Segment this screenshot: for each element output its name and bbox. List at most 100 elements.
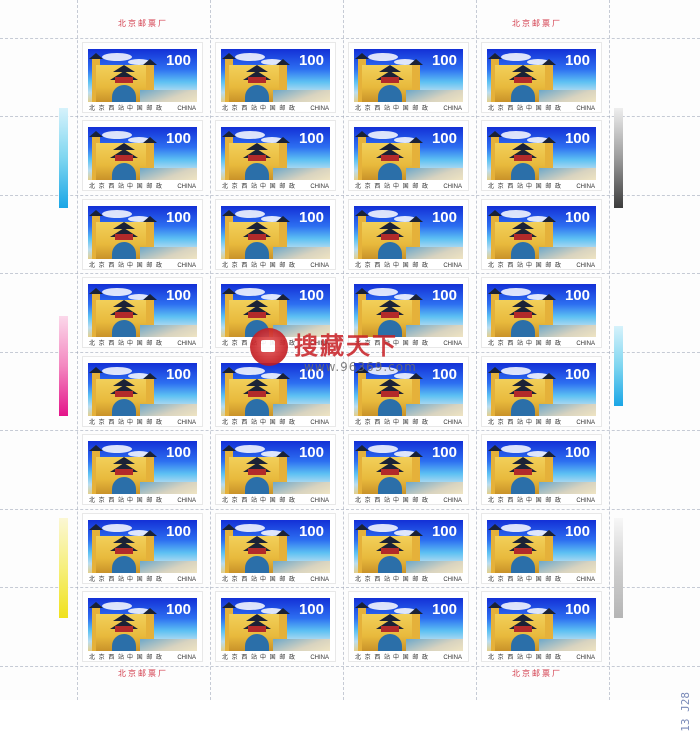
station-arch <box>378 477 402 494</box>
stamp-issuer: 中 国 邮 政 <box>526 577 563 583</box>
stamp-artwork: 100 <box>221 49 330 102</box>
pavilion-body <box>115 77 133 83</box>
stamp-station-name: 北 京 西 站 <box>89 655 126 661</box>
cloud <box>102 602 132 610</box>
station-arch <box>511 399 535 416</box>
stamp-country: CHINA <box>443 106 462 112</box>
stamp-artwork: 100 <box>354 49 463 102</box>
pavilion-body <box>514 469 532 475</box>
stamp-country: CHINA <box>443 420 462 426</box>
stamp-denomination: 100 <box>298 52 324 69</box>
pavilion-body <box>514 626 532 632</box>
stamp: 100 北 京 西 站中 国 邮 政 CHINA <box>349 278 468 347</box>
stamp: 100 北 京 西 站中 国 邮 政 CHINA <box>349 357 468 426</box>
stamp-station-name: 北 京 西 站 <box>89 498 126 504</box>
stamp-country: CHINA <box>310 106 329 112</box>
station-arch <box>245 163 269 180</box>
station-arch <box>511 242 535 259</box>
stamp: 100 北 京 西 站中 国 邮 政 CHINA <box>216 200 335 269</box>
stamp-artwork: 100 <box>221 127 330 180</box>
station-arch <box>511 320 535 337</box>
pavilion-body <box>381 626 399 632</box>
cloud <box>501 288 531 296</box>
stamp-artwork: 100 <box>88 127 197 180</box>
cyan-color-bar <box>614 326 623 406</box>
station-plaza <box>140 561 197 573</box>
stamp-country: CHINA <box>576 184 595 190</box>
stamp: 100 北 京 西 站中 国 邮 政 CHINA <box>83 200 202 269</box>
station-arch <box>245 242 269 259</box>
stamp-denomination: 100 <box>165 287 191 304</box>
station-plaza <box>406 247 463 259</box>
perforation-line <box>77 0 78 700</box>
cloud <box>368 445 398 453</box>
stamp: 100 北 京 西 站中 国 邮 政 CHINA <box>349 514 468 583</box>
stamp: 100 北 京 西 站中 国 邮 政 CHINA <box>482 514 601 583</box>
station-arch <box>112 399 136 416</box>
stamp-country: CHINA <box>177 106 196 112</box>
stamp-denomination: 100 <box>298 523 324 540</box>
stamp-country: CHINA <box>310 420 329 426</box>
stamp-issuer: 中 国 邮 政 <box>393 420 430 426</box>
stamp-issuer: 中 国 邮 政 <box>393 498 430 504</box>
stamp-denomination: 100 <box>431 366 457 383</box>
stamp-country: CHINA <box>310 655 329 661</box>
stamp-denomination: 100 <box>431 523 457 540</box>
cloud <box>501 445 531 453</box>
stamp-country: CHINA <box>310 263 329 269</box>
stamp-issuer: 中 国 邮 政 <box>127 263 164 269</box>
stamp-country: CHINA <box>177 341 196 347</box>
perforation-line <box>0 509 700 510</box>
station-plaza <box>273 90 330 102</box>
stamp-country: CHINA <box>576 577 595 583</box>
station-plaza <box>406 404 463 416</box>
station-plaza <box>273 325 330 337</box>
perforation-line <box>609 0 610 700</box>
stamp-station-name: 北 京 西 站 <box>222 420 259 426</box>
stamp-station-name: 北 京 西 站 <box>488 577 525 583</box>
stamp-issuer: 中 国 邮 政 <box>393 577 430 583</box>
station-plaza <box>539 90 596 102</box>
cloud <box>368 367 398 375</box>
black-color-bar <box>614 108 623 208</box>
pavilion-body <box>381 234 399 240</box>
station-plaza <box>273 482 330 494</box>
stamp: 100 北 京 西 站中 国 邮 政 CHINA <box>83 514 202 583</box>
stamp-artwork: 100 <box>354 441 463 494</box>
stamp-issuer: 中 国 邮 政 <box>393 341 430 347</box>
stamp-denomination: 100 <box>298 287 324 304</box>
stamp: 100 北 京 西 站中 国 邮 政 CHINA <box>482 200 601 269</box>
stamp: 100 北 京 西 站中 国 邮 政 CHINA <box>216 514 335 583</box>
station-arch <box>511 85 535 102</box>
station-arch <box>378 399 402 416</box>
pavilion-body <box>248 391 266 397</box>
pavilion-body <box>514 312 532 318</box>
stamp-station-name: 北 京 西 站 <box>222 655 259 661</box>
stamp-issuer: 中 国 邮 政 <box>393 184 430 190</box>
stamp-station-name: 北 京 西 站 <box>355 655 392 661</box>
stamp: 100 北 京 西 站中 国 邮 政 CHINA <box>216 592 335 661</box>
cloud <box>501 53 531 61</box>
sheet-number: 13 J28 <box>679 692 692 732</box>
stamp-country: CHINA <box>177 263 196 269</box>
station-arch <box>245 556 269 573</box>
stamp-country: CHINA <box>443 263 462 269</box>
pavilion-body <box>381 391 399 397</box>
station-plaza <box>406 561 463 573</box>
perforation-line <box>0 116 700 117</box>
stamp-country: CHINA <box>310 184 329 190</box>
stamp-country: CHINA <box>177 498 196 504</box>
stamp-artwork: 100 <box>88 206 197 259</box>
stamp-issuer: 中 国 邮 政 <box>526 498 563 504</box>
stamp-issuer: 中 国 邮 政 <box>393 263 430 269</box>
station-arch <box>245 320 269 337</box>
cloud <box>368 524 398 532</box>
stamp-issuer: 中 国 邮 政 <box>260 184 297 190</box>
stamp-station-name: 北 京 西 站 <box>355 184 392 190</box>
pavilion-body <box>115 155 133 161</box>
station-plaza <box>273 168 330 180</box>
stamp-artwork: 100 <box>221 598 330 651</box>
pavilion-body <box>514 391 532 397</box>
stamp-station-name: 北 京 西 站 <box>222 184 259 190</box>
stamp-station-name: 北 京 西 站 <box>89 106 126 112</box>
